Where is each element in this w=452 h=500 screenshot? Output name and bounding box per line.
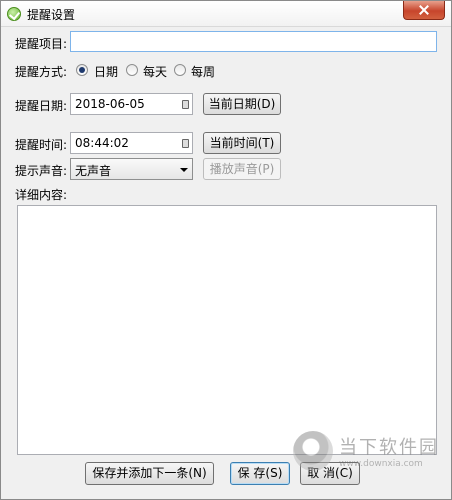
time-value: 08:44:02 [75,136,129,150]
reminder-settings-dialog: 提醒设置 提醒项目: 提醒方式: 日期 每天 每周 提醒日期: 2018-06-… [0,0,452,500]
date-label: 提醒日期: [15,99,68,113]
chevron-down-icon [180,168,188,172]
date-picker[interactable]: 2018-06-05 [70,93,193,115]
sound-select[interactable]: 无声音 [70,158,193,180]
save-and-add-button[interactable]: 保存并添加下一条(N) [85,462,214,485]
sound-value: 无声音 [75,164,112,178]
radio-weekly[interactable] [174,64,186,76]
item-input[interactable] [70,31,437,52]
app-check-icon [7,7,21,21]
calendar-dropdown-icon[interactable] [182,100,189,109]
radio-date[interactable] [76,64,88,76]
item-label: 提醒项目: [15,37,68,51]
radio-daily[interactable] [126,64,138,76]
details-textarea[interactable] [17,205,437,455]
sound-label: 提示声音: [15,164,68,178]
time-picker[interactable]: 08:44:02 [70,132,193,154]
play-sound-button[interactable]: 播放声音(P) [203,158,281,180]
radio-daily-label[interactable]: 每天 [143,63,167,80]
current-time-button[interactable]: 当前时间(T) [203,132,281,154]
time-label: 提醒时间: [15,138,68,152]
window-title: 提醒设置 [27,8,76,22]
save-button[interactable]: 保 存(S) [230,462,290,485]
cancel-button[interactable]: 取 消(C) [300,462,360,485]
date-value: 2018-06-05 [75,97,145,111]
details-label: 详细内容: [15,188,68,202]
time-spin-icon[interactable] [182,139,189,148]
title-bar[interactable]: 提醒设置 [1,1,451,27]
mode-label: 提醒方式: [15,65,68,79]
radio-date-label[interactable]: 日期 [94,63,118,80]
current-date-button[interactable]: 当前日期(D) [203,93,281,115]
close-icon[interactable] [403,1,445,20]
radio-weekly-label[interactable]: 每周 [191,63,215,80]
